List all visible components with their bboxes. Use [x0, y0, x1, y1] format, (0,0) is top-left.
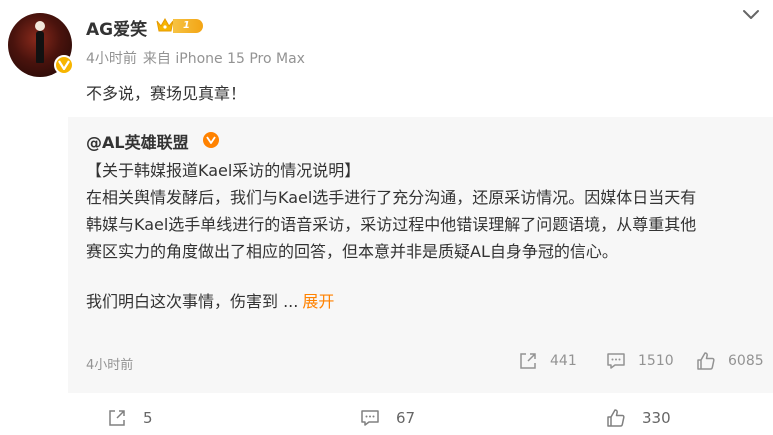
comment-button[interactable]: 67 [360, 408, 415, 428]
action-bar: 5 67 330 [0, 400, 773, 435]
original-comment-button[interactable]: 1510 [606, 351, 674, 371]
original-truncated-line: 我们明白这次事情，伤害到 ... 展开 [86, 288, 766, 315]
original-paragraph: 【关于韩媒报道Kael采访的情况说明】 [86, 161, 361, 180]
repost-card[interactable]: @AL英雄联盟 【关于韩媒报道Kael采访的情况说明】 在相关舆情发酵后，我们与… [68, 117, 773, 393]
original-like-button[interactable]: 6085 [696, 351, 764, 371]
original-repost-button[interactable]: 441 [518, 351, 577, 371]
like-button[interactable]: 330 [606, 408, 671, 428]
original-repost-count: 441 [550, 353, 577, 369]
comment-count: 67 [396, 409, 416, 427]
original-time[interactable]: 4小时前 [86, 354, 133, 373]
verified-v-icon [54, 55, 74, 75]
original-like-count: 6085 [728, 353, 764, 369]
comment-icon [361, 410, 379, 426]
thumbs-up-icon [607, 409, 625, 427]
share-out-icon [520, 353, 536, 369]
post-source: 来自 iPhone 15 Pro Max [142, 51, 305, 67]
post-time[interactable]: 4小时前 [86, 51, 137, 67]
like-count: 330 [642, 409, 671, 427]
original-body: 【关于韩媒报道Kael采访的情况说明】 在相关舆情发酵后，我们与Kael选手进行… [86, 157, 766, 315]
share-out-icon [109, 410, 125, 426]
comment-icon [607, 353, 625, 369]
level-badge[interactable]: 1 [173, 19, 203, 33]
crown-icon [156, 17, 174, 32]
expand-link[interactable]: 展开 [302, 292, 334, 311]
original-paragraph: 赛区实力的角度做出了相应的回答，但本意并非是质疑AL自身争冠的信心。 [86, 242, 618, 261]
repost-button[interactable]: 5 [107, 408, 153, 428]
original-paragraph: 在相关舆情发酵后，我们与Kael选手进行了充分沟通，还原采访情况。因媒体日当天有 [86, 188, 697, 207]
repost-count: 5 [143, 409, 153, 427]
post-text: 不多说，赛场见真章！ [86, 84, 247, 103]
original-author[interactable]: @AL英雄联盟 [86, 129, 189, 153]
chevron-down-icon[interactable] [741, 7, 761, 23]
username[interactable]: AG爱笑 [86, 15, 147, 40]
avatar-figure-head [35, 21, 45, 31]
original-comment-count: 1510 [638, 353, 674, 369]
original-paragraph: 韩媒与Kael选手单线进行的语音采访，采访过程中他错误理解了问题语境，从尊重其他 [86, 215, 697, 234]
thumbs-up-icon [697, 352, 715, 370]
truncated-text: 我们明白这次事情，伤害到 ... [86, 292, 299, 311]
post-meta: 4小时前 来自 iPhone 15 Pro Max [86, 48, 305, 68]
verified-v-icon [203, 132, 219, 148]
avatar-figure-body [36, 31, 44, 63]
